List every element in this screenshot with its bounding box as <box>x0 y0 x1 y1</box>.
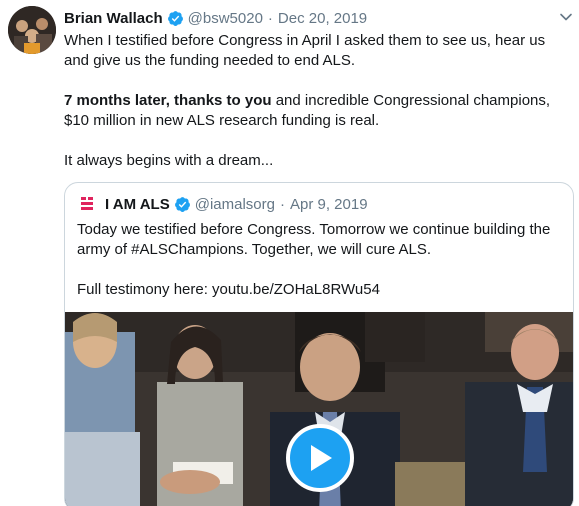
quoted-tweet[interactable]: I AM ALS @iamalsorg · Apr 9, 2019 Today … <box>64 182 574 506</box>
separator-dot: · <box>279 195 285 213</box>
author-handle[interactable]: @bsw5020 <box>188 10 263 27</box>
quoted-tweet-date[interactable]: Apr 9, 2019 <box>290 196 368 213</box>
tweet-header: Brian Wallach @bsw5020 · Dec 20, 2019 <box>64 8 569 28</box>
tweet-paragraph: 7 months later, thanks to you and incred… <box>64 91 572 131</box>
tweet-paragraph: When I testified before Congress in Apri… <box>64 32 546 69</box>
tweet-text: When I testified before Congress in Apri… <box>64 31 572 171</box>
chevron-down-icon[interactable] <box>559 10 573 24</box>
quoted-paragraph: Full testimony here: youtu.be/ZOHaL8RWu5… <box>77 281 380 298</box>
play-icon <box>311 445 332 471</box>
quoted-author-name[interactable]: I AM ALS <box>105 196 170 213</box>
quoted-tweet-header: I AM ALS @iamalsorg · Apr 9, 2019 <box>77 194 368 214</box>
separator-dot: · <box>267 9 273 27</box>
tweet-paragraph: It always begins with a dream... <box>64 152 274 169</box>
quoted-author-handle[interactable]: @iamalsorg <box>195 196 275 213</box>
play-button[interactable] <box>286 424 354 492</box>
avatar-image <box>8 6 56 54</box>
verified-badge-icon <box>167 10 184 27</box>
avatar[interactable] <box>8 6 56 54</box>
bold-text: 7 months later, thanks to you <box>64 92 272 109</box>
quoted-tweet-text: Today we testified before Congress. Tomo… <box>77 220 565 300</box>
quoted-avatar[interactable] <box>77 194 97 214</box>
quoted-paragraph: Today we testified before Congress. Tomo… <box>77 221 551 258</box>
iamals-logo-icon <box>80 196 94 212</box>
tweet-date[interactable]: Dec 20, 2019 <box>278 10 367 27</box>
author-name[interactable]: Brian Wallach <box>64 10 163 27</box>
video-thumbnail[interactable] <box>65 312 573 506</box>
verified-badge-icon <box>174 196 191 213</box>
